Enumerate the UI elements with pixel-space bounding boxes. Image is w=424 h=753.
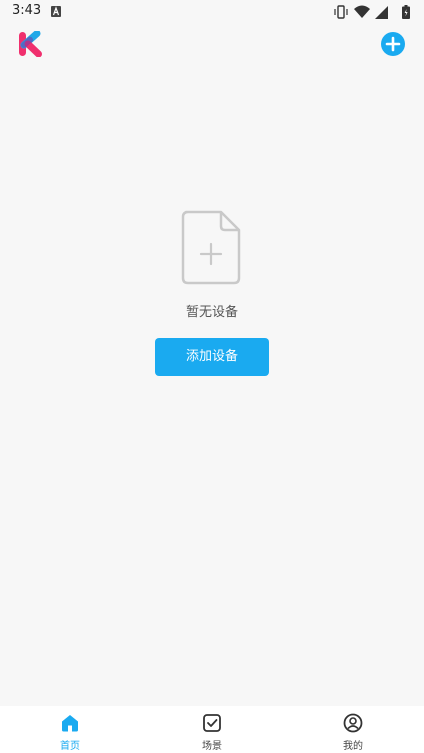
profile-icon — [343, 713, 363, 733]
vibrate-icon — [334, 5, 348, 19]
nav-label-home: 首页 — [60, 741, 80, 752]
nav-label-scenes: 场景 — [202, 741, 222, 752]
wifi-icon — [354, 5, 370, 18]
checkbox-icon — [203, 714, 221, 732]
nav-item-home[interactable]: 首页 — [30, 706, 110, 753]
nav-item-scenes[interactable]: 场景 — [172, 706, 252, 753]
home-icon — [62, 715, 78, 732]
status-time: 3:43 — [12, 3, 42, 18]
app-logo — [19, 31, 42, 57]
empty-document-icon — [181, 210, 241, 285]
add-device-top-button[interactable] — [381, 32, 405, 56]
battery-icon — [402, 5, 410, 19]
bottom-nav: 首页 场景 我的 — [0, 706, 424, 753]
empty-state-message: 暂无设备 — [185, 305, 238, 320]
nav-label-profile: 我的 — [343, 741, 363, 752]
status-bar: 3:43 — [0, 0, 424, 24]
add-device-button[interactable]: 添加设备 — [155, 338, 269, 376]
nav-item-profile[interactable]: 我的 — [313, 706, 393, 753]
cellular-signal-icon — [375, 6, 388, 19]
notification-a-icon — [51, 6, 61, 17]
